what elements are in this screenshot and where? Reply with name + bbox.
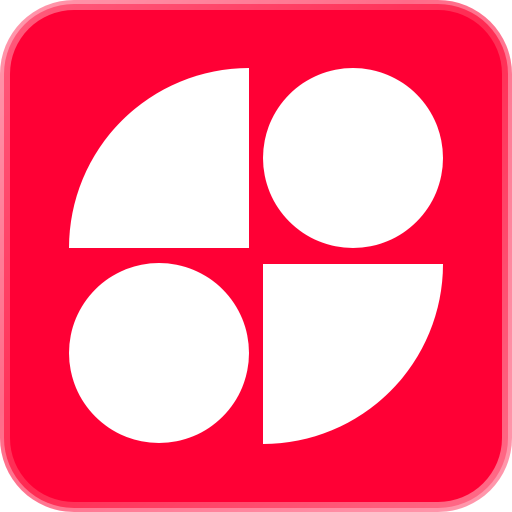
app-icon-graphic <box>0 0 512 512</box>
canvas <box>0 0 512 512</box>
icon-background <box>10 10 502 502</box>
app-icon[interactable] <box>0 0 512 512</box>
circle-top-right-shape <box>263 68 443 248</box>
circle-bottom-left-shape <box>69 263 249 443</box>
